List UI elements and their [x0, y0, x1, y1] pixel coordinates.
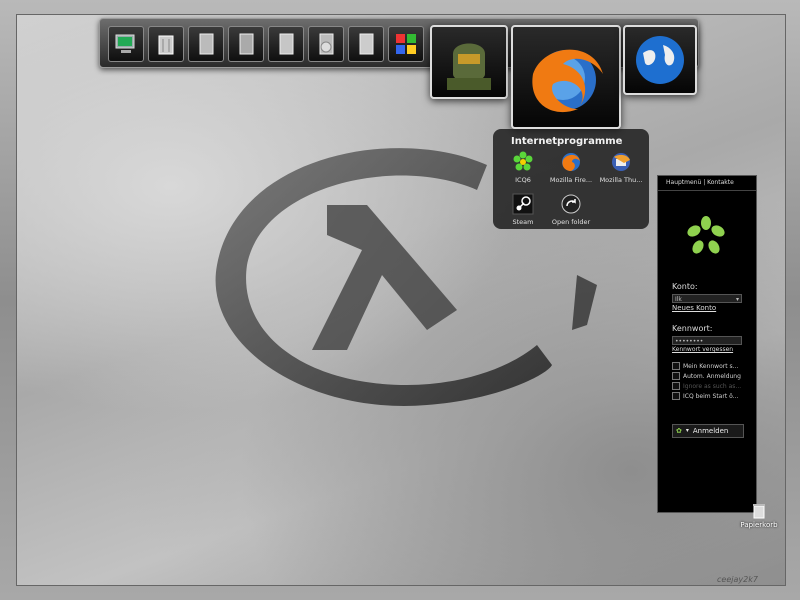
checkbox-box	[672, 372, 680, 380]
popup-item-icq[interactable]: ICQ6	[497, 151, 549, 184]
recycle-bin-desktop-icon[interactable]: Papierkorb	[739, 503, 779, 529]
popup-item-label: Steam	[512, 218, 534, 226]
popup-item-steam[interactable]: Steam	[497, 193, 549, 226]
master-chief-icon[interactable]	[430, 25, 508, 99]
new-account-link[interactable]: Neues Konto	[672, 304, 716, 312]
trash-icon	[753, 504, 765, 519]
desktop[interactable]: Internetprogramme ICQ6 Mozilla Fire... M…	[16, 14, 786, 586]
chevron-down-icon: ▾	[685, 427, 689, 434]
start-with-windows-checkbox[interactable]: ICQ beim Start ö...	[672, 392, 738, 400]
windows-icon[interactable]	[388, 26, 424, 62]
auto-login-checkbox[interactable]: Autom. Anmeldung	[672, 372, 741, 380]
my-computer-icon[interactable]	[108, 26, 144, 62]
checkbox-box	[672, 392, 680, 400]
icq-login-window: Hauptmenü | Kontakte Konto: Ilk ▾ Neues …	[657, 175, 757, 513]
files-icon[interactable]	[228, 26, 264, 62]
open-folder-arrow-icon	[558, 193, 584, 215]
artist-signature: ceejay2k7	[717, 575, 758, 584]
chevron-down-icon: ▾	[735, 296, 739, 303]
popup-title: Internetprogramme	[511, 136, 623, 147]
icq-flower-icon	[510, 151, 536, 173]
popup-item-thunderbird[interactable]: Mozilla Thu...	[595, 151, 647, 184]
remember-password-checkbox[interactable]: Mein Kennwort s...	[672, 362, 738, 370]
recycle-bin-icon[interactable]	[148, 26, 184, 62]
desktop-icon-label: Papierkorb	[740, 521, 778, 529]
login-button-label: Anmelden	[692, 427, 729, 435]
popup-item-firefox[interactable]: Mozilla Fire...	[545, 151, 597, 184]
checkbox-label: Mein Kennwort s...	[683, 362, 739, 370]
popup-item-open-folder[interactable]: Open folder	[545, 193, 597, 226]
status-flower-icon: ✿	[676, 427, 682, 435]
firefox-icon[interactable]	[511, 25, 621, 129]
account-label: Konto:	[672, 282, 698, 291]
globe-icon[interactable]	[623, 25, 697, 95]
blank-document-icon[interactable]	[348, 26, 384, 62]
checkbox-label: Ignore as such as...	[683, 382, 742, 390]
firefox-small-icon	[558, 151, 584, 173]
checkbox-label: Autom. Anmeldung	[683, 372, 741, 380]
password-field[interactable]: ••••••••	[672, 336, 742, 345]
popup-item-label: Mozilla Thu...	[599, 176, 643, 184]
login-button[interactable]: ✿ ▾ Anmelden	[672, 424, 744, 438]
forgot-password-link[interactable]: Kennwort vergessen	[672, 346, 733, 353]
account-select[interactable]: Ilk ▾	[672, 294, 742, 303]
ignore-checkbox: Ignore as such as...	[672, 382, 741, 390]
account-value: Ilk	[675, 296, 682, 303]
checkbox-label: ICQ beim Start ö...	[683, 392, 739, 400]
cd-drive-icon[interactable]	[308, 26, 344, 62]
internet-programs-stack: Internetprogramme ICQ6 Mozilla Fire... M…	[493, 129, 649, 229]
password-label: Kennwort:	[672, 324, 713, 333]
checkbox-box	[672, 362, 680, 370]
thunderbird-icon	[608, 151, 634, 173]
popup-item-label: Mozilla Fire...	[549, 176, 593, 184]
documents-icon[interactable]	[188, 26, 224, 62]
checkbox-box	[672, 382, 680, 390]
icq-menu-bar[interactable]: Hauptmenü | Kontakte	[658, 176, 756, 191]
popup-item-label: ICQ6	[515, 176, 531, 184]
icq-logo-icon	[687, 216, 725, 254]
popup-item-label: Open folder	[551, 218, 591, 226]
steam-icon	[510, 193, 536, 215]
folder-icon[interactable]	[268, 26, 304, 62]
